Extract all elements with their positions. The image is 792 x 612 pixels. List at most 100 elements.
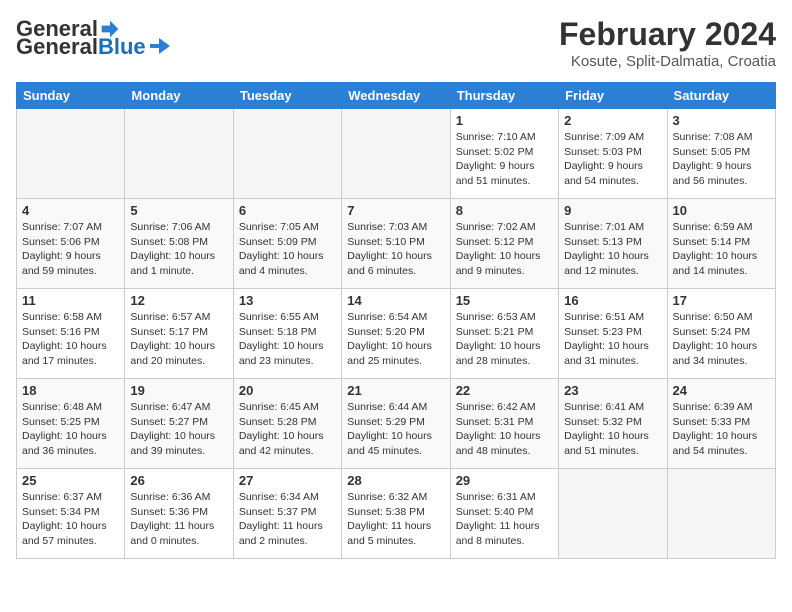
calendar-cell: 24Sunrise: 6:39 AM Sunset: 5:33 PM Dayli… (667, 379, 775, 469)
calendar-cell (125, 109, 233, 199)
calendar-title: February 2024 (559, 16, 776, 53)
day-number: 15 (456, 293, 553, 308)
calendar-cell: 28 Sunrise: 6:32 AM Sunset: 5:38 PM Dayli… (342, 469, 450, 559)
calendar-cell: 2Sunrise: 7:09 AM Sunset: 5:03 PM Daylig… (559, 109, 667, 199)
day-info: Sunrise: 6:57 AM Sunset: 5:17 PM Dayligh… (130, 310, 227, 369)
day-number: 19 (130, 383, 227, 398)
calendar-cell: 19 Sunrise: 6:47 AM Sunset: 5:27 PM Dayli… (125, 379, 233, 469)
calendar-cell: 21 Sunrise: 6:44 AM Sunset: 5:29 PM Dayli… (342, 379, 450, 469)
day-info: Sunrise: 6:50 AM Sunset: 5:24 PM Dayligh… (673, 310, 770, 369)
day-info: Sunrise: 6:44 AM Sunset: 5:29 PM Dayligh… (347, 400, 444, 459)
logo-bird-icon (149, 37, 171, 55)
day-info: Sunrise: 6:58 AM Sunset: 5:16 PM Dayligh… (22, 310, 119, 369)
day-info: Sunrise: 6:45 AM Sunset: 5:28 PM Dayligh… (239, 400, 336, 459)
day-number: 21 (347, 383, 444, 398)
day-info: Sunrise: 6:39 AM Sunset: 5:33 PM Dayligh… (673, 400, 770, 459)
logo: General General Blue (16, 16, 171, 60)
day-number: 10 (673, 203, 770, 218)
calendar-cell: 22Sunrise: 6:42 AM Sunset: 5:31 PM Dayli… (450, 379, 558, 469)
header-day-thursday: Thursday (450, 83, 558, 109)
header-day-wednesday: Wednesday (342, 83, 450, 109)
day-info: Sunrise: 7:10 AM Sunset: 5:02 PM Dayligh… (456, 130, 553, 189)
day-number: 7 (347, 203, 444, 218)
day-info: Sunrise: 6:53 AM Sunset: 5:21 PM Dayligh… (456, 310, 553, 369)
header: General General Blue February 2024 Kosut… (16, 16, 776, 70)
day-info: Sunrise: 7:02 AM Sunset: 5:12 PM Dayligh… (456, 220, 553, 279)
header-day-monday: Monday (125, 83, 233, 109)
day-info: Sunrise: 6:42 AM Sunset: 5:31 PM Dayligh… (456, 400, 553, 459)
calendar-cell: 6 Sunrise: 7:05 AM Sunset: 5:09 PM Daylig… (233, 199, 341, 289)
calendar-cell: 11 Sunrise: 6:58 AM Sunset: 5:16 PM Dayli… (17, 289, 125, 379)
day-info: Sunrise: 7:01 AM Sunset: 5:13 PM Dayligh… (564, 220, 661, 279)
day-number: 9 (564, 203, 661, 218)
calendar-cell: 20 Sunrise: 6:45 AM Sunset: 5:28 PM Dayli… (233, 379, 341, 469)
calendar-week-row: 25 Sunrise: 6:37 AM Sunset: 5:34 PM Dayli… (17, 469, 776, 559)
logo-text-general: General (16, 34, 98, 60)
day-number: 14 (347, 293, 444, 308)
calendar-cell (17, 109, 125, 199)
calendar-cell: 13Sunrise: 6:55 AM Sunset: 5:18 PM Dayli… (233, 289, 341, 379)
day-number: 25 (22, 473, 119, 488)
day-info: Sunrise: 6:32 AM Sunset: 5:38 PM Dayligh… (347, 490, 444, 549)
day-number: 2 (564, 113, 661, 128)
calendar-cell (342, 109, 450, 199)
day-number: 20 (239, 383, 336, 398)
day-info: Sunrise: 6:48 AM Sunset: 5:25 PM Dayligh… (22, 400, 119, 459)
calendar-cell: 3 Sunrise: 7:08 AM Sunset: 5:05 PM Daylig… (667, 109, 775, 199)
day-info: Sunrise: 6:51 AM Sunset: 5:23 PM Dayligh… (564, 310, 661, 369)
day-number: 5 (130, 203, 227, 218)
day-number: 27 (239, 473, 336, 488)
calendar-cell: 4Sunrise: 7:07 AM Sunset: 5:06 PM Daylig… (17, 199, 125, 289)
calendar-cell: 10 Sunrise: 6:59 AM Sunset: 5:14 PM Dayli… (667, 199, 775, 289)
day-info: Sunrise: 7:05 AM Sunset: 5:09 PM Dayligh… (239, 220, 336, 279)
day-info: Sunrise: 6:37 AM Sunset: 5:34 PM Dayligh… (22, 490, 119, 549)
day-info: Sunrise: 7:06 AM Sunset: 5:08 PM Dayligh… (130, 220, 227, 279)
calendar-cell (233, 109, 341, 199)
day-number: 18 (22, 383, 119, 398)
header-day-sunday: Sunday (17, 83, 125, 109)
calendar-cell: 12 Sunrise: 6:57 AM Sunset: 5:17 PM Dayli… (125, 289, 233, 379)
day-number: 8 (456, 203, 553, 218)
calendar-week-row: 4Sunrise: 7:07 AM Sunset: 5:06 PM Daylig… (17, 199, 776, 289)
day-info: Sunrise: 7:08 AM Sunset: 5:05 PM Dayligh… (673, 130, 770, 189)
day-info: Sunrise: 6:55 AM Sunset: 5:18 PM Dayligh… (239, 310, 336, 369)
calendar-week-row: 1 Sunrise: 7:10 AM Sunset: 5:02 PM Daylig… (17, 109, 776, 199)
day-info: Sunrise: 6:36 AM Sunset: 5:36 PM Dayligh… (130, 490, 227, 549)
calendar-subtitle: Kosute, Split-Dalmatia, Croatia (559, 53, 776, 70)
day-number: 26 (130, 473, 227, 488)
header-day-saturday: Saturday (667, 83, 775, 109)
calendar-cell: 26 Sunrise: 6:36 AM Sunset: 5:36 PM Dayli… (125, 469, 233, 559)
calendar-cell: 7 Sunrise: 7:03 AM Sunset: 5:10 PM Daylig… (342, 199, 450, 289)
day-info: Sunrise: 6:31 AM Sunset: 5:40 PM Dayligh… (456, 490, 553, 549)
calendar-cell: 18 Sunrise: 6:48 AM Sunset: 5:25 PM Dayli… (17, 379, 125, 469)
calendar-cell (667, 469, 775, 559)
calendar-table: SundayMondayTuesdayWednesdayThursdayFrid… (16, 82, 776, 559)
calendar-header-row: SundayMondayTuesdayWednesdayThursdayFrid… (17, 83, 776, 109)
calendar-cell (559, 469, 667, 559)
day-info: Sunrise: 6:34 AM Sunset: 5:37 PM Dayligh… (239, 490, 336, 549)
day-number: 6 (239, 203, 336, 218)
day-number: 23 (564, 383, 661, 398)
calendar-cell: 1 Sunrise: 7:10 AM Sunset: 5:02 PM Daylig… (450, 109, 558, 199)
day-number: 3 (673, 113, 770, 128)
header-day-tuesday: Tuesday (233, 83, 341, 109)
calendar-cell: 29Sunrise: 6:31 AM Sunset: 5:40 PM Dayli… (450, 469, 558, 559)
calendar-cell: 15 Sunrise: 6:53 AM Sunset: 5:21 PM Dayli… (450, 289, 558, 379)
day-info: Sunrise: 7:03 AM Sunset: 5:10 PM Dayligh… (347, 220, 444, 279)
day-number: 12 (130, 293, 227, 308)
calendar-week-row: 11 Sunrise: 6:58 AM Sunset: 5:16 PM Dayli… (17, 289, 776, 379)
day-number: 1 (456, 113, 553, 128)
day-number: 11 (22, 293, 119, 308)
calendar-cell: 25 Sunrise: 6:37 AM Sunset: 5:34 PM Dayli… (17, 469, 125, 559)
day-info: Sunrise: 6:41 AM Sunset: 5:32 PM Dayligh… (564, 400, 661, 459)
calendar-cell: 27 Sunrise: 6:34 AM Sunset: 5:37 PM Dayli… (233, 469, 341, 559)
day-info: Sunrise: 6:54 AM Sunset: 5:20 PM Dayligh… (347, 310, 444, 369)
day-info: Sunrise: 6:47 AM Sunset: 5:27 PM Dayligh… (130, 400, 227, 459)
day-number: 28 (347, 473, 444, 488)
day-info: Sunrise: 6:59 AM Sunset: 5:14 PM Dayligh… (673, 220, 770, 279)
logo-text-blue: Blue (98, 34, 146, 60)
calendar-cell: 16Sunrise: 6:51 AM Sunset: 5:23 PM Dayli… (559, 289, 667, 379)
day-number: 17 (673, 293, 770, 308)
calendar-cell: 17 Sunrise: 6:50 AM Sunset: 5:24 PM Dayli… (667, 289, 775, 379)
calendar-week-row: 18 Sunrise: 6:48 AM Sunset: 5:25 PM Dayli… (17, 379, 776, 469)
